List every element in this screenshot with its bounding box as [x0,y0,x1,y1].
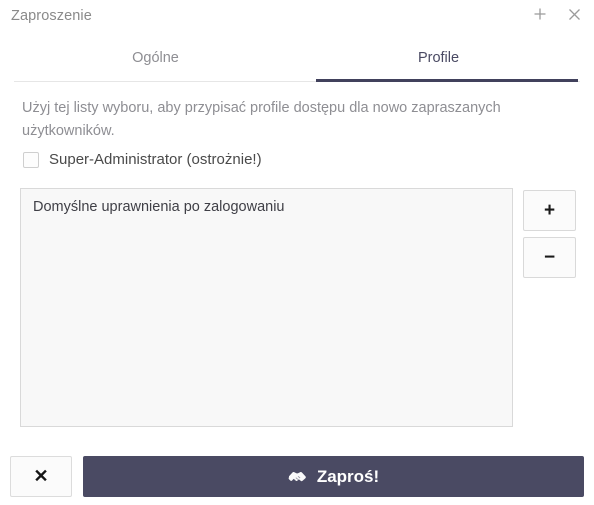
active-tab-indicator [316,79,578,82]
window-title: Zaproszenie [11,8,92,24]
cancel-label: ✕ [33,466,49,486]
tab-profile-label: Profile [417,50,460,66]
description-text: Użyj tej listy wyboru, aby przypisać pro… [22,100,501,139]
list-side-buttons: + − [523,190,576,278]
remove-profile-button[interactable]: − [523,237,576,278]
invite-label: Zaproś! [316,466,380,486]
remove-profile-label: − [543,247,556,268]
add-profile-label: + [543,200,556,221]
tab-profile[interactable]: Profile [297,48,580,82]
tab-bar: Ogólne Profile [14,48,580,82]
cancel-button[interactable]: ✕ [10,456,72,497]
super-administrator-checkbox[interactable] [23,151,39,168]
titlebar-actions [530,4,584,24]
plus-icon[interactable] [530,4,550,24]
tab-ogolne-label: Ogólne [132,50,179,66]
profile-listbox[interactable]: Domyślne uprawnienia po zalogowaniu [20,188,513,427]
handshake-icon [288,469,308,484]
list-item[interactable]: Domyślne uprawnienia po zalogowaniu [21,189,512,215]
super-administrator-checkbox-row[interactable]: Super-Administrator (ostrożnie!) [23,151,262,168]
invite-button[interactable]: Zaproś! [83,456,584,497]
invitation-dialog: Zaproszenie Ogólne Profile Użyj tej list… [0,0,594,505]
tab-ogolne[interactable]: Ogólne [14,48,297,82]
add-profile-button[interactable]: + [523,190,576,231]
footer-actions: ✕ Zaproś! [0,456,594,498]
super-administrator-label: Super-Administrator (ostrożnie!) [49,151,262,168]
close-icon[interactable] [564,4,584,24]
titlebar: Zaproszenie [0,0,594,33]
